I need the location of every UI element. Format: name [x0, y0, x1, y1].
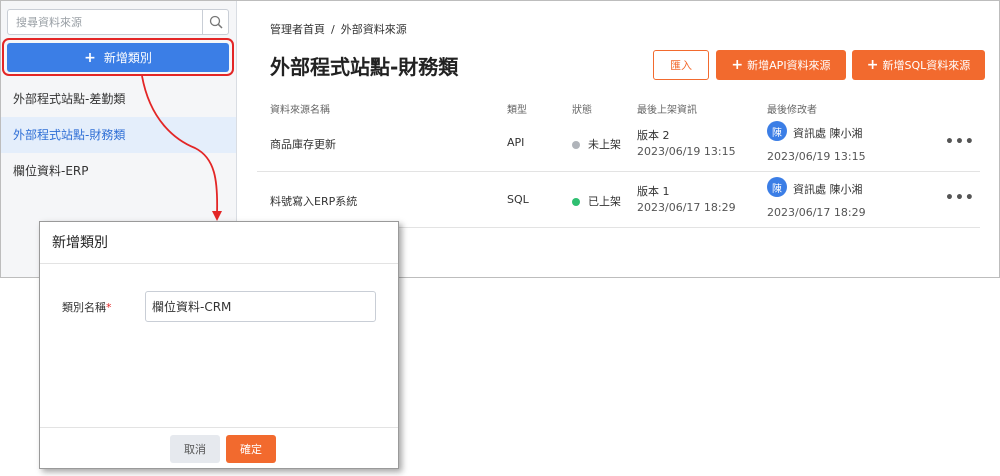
breadcrumb-current: 外部資料來源 — [340, 23, 407, 36]
row1-status: 未上架 — [572, 136, 621, 152]
row1-version: 版本 2 — [637, 129, 670, 142]
category-item[interactable]: 外部程式站點-差勤類 — [1, 81, 236, 117]
row2-version: 版本 1 — [637, 185, 670, 198]
header-name: 資料來源名稱 — [270, 105, 330, 116]
add-sql-label: 新增SQL資料來源 — [882, 59, 971, 72]
header-last-editor: 最後修改者 — [767, 105, 817, 116]
row1-status-text: 未上架 — [588, 138, 621, 151]
plus-icon: + — [866, 57, 879, 73]
header-last-release: 最後上架資訊 — [637, 105, 697, 116]
row2-more-button[interactable]: ••• — [945, 190, 975, 206]
avatar: 陳 — [767, 177, 787, 197]
header-status: 狀態 — [572, 105, 592, 116]
search-icon — [209, 15, 223, 29]
field-label-text: 類別名稱 — [62, 301, 106, 314]
dialog-footer-divider — [40, 427, 398, 428]
row1-type: API — [507, 136, 525, 149]
search-button[interactable] — [202, 10, 228, 34]
row1-edit-time: 2023/06/19 13:15 — [767, 150, 866, 163]
category-list: 外部程式站點-差勤類 外部程式站點-財務類 欄位資料-ERP — [1, 81, 236, 189]
add-sql-source-button[interactable]: + 新增SQL資料來源 — [852, 50, 985, 80]
confirm-button[interactable]: 確定 — [226, 435, 276, 463]
category-item-active[interactable]: 外部程式站點-財務類 — [1, 117, 236, 153]
row1-editor: 資訊處 陳小湘 — [793, 127, 863, 140]
page-title: 外部程式站點-財務類 — [270, 55, 459, 79]
row2-editor: 資訊處 陳小湘 — [793, 183, 863, 196]
status-dot — [572, 141, 580, 149]
row2-type: SQL — [507, 193, 529, 206]
row2-name[interactable]: 料號寫入ERP系統 — [270, 193, 357, 209]
avatar: 陳 — [767, 121, 787, 141]
category-name-label: 類別名稱* — [62, 299, 112, 315]
add-api-label: 新增API資料來源 — [747, 59, 831, 72]
row1-release-time: 2023/06/19 13:15 — [637, 145, 736, 158]
search-box — [7, 9, 229, 35]
import-label: 匯入 — [670, 59, 692, 72]
required-mark: * — [106, 301, 112, 314]
highlight-annotation — [2, 38, 234, 76]
row2-edit-time: 2023/06/17 18:29 — [767, 206, 866, 219]
search-input[interactable] — [8, 10, 202, 34]
category-item[interactable]: 欄位資料-ERP — [1, 153, 236, 189]
category-name-input[interactable] — [145, 291, 376, 322]
status-dot — [572, 198, 580, 206]
dialog-title: 新增類別 — [40, 222, 398, 264]
row2-status-text: 已上架 — [588, 195, 621, 208]
add-api-source-button[interactable]: + 新增API資料來源 — [716, 50, 846, 80]
row1-name[interactable]: 商品庫存更新 — [270, 136, 336, 152]
breadcrumb: 管理者首頁 / 外部資料來源 — [270, 21, 407, 37]
add-category-dialog: 新增類別 類別名稱* 取消 確定 — [39, 221, 399, 469]
cancel-button[interactable]: 取消 — [170, 435, 220, 463]
row2-release-time: 2023/06/17 18:29 — [637, 201, 736, 214]
row2-status: 已上架 — [572, 193, 621, 209]
row1-more-button[interactable]: ••• — [945, 134, 975, 150]
header-type: 類型 — [507, 105, 527, 116]
import-button[interactable]: 匯入 — [653, 50, 709, 80]
row-divider — [257, 171, 980, 172]
breadcrumb-home[interactable]: 管理者首頁 — [270, 23, 325, 36]
breadcrumb-separator: / — [331, 23, 335, 36]
plus-icon: + — [731, 57, 744, 73]
